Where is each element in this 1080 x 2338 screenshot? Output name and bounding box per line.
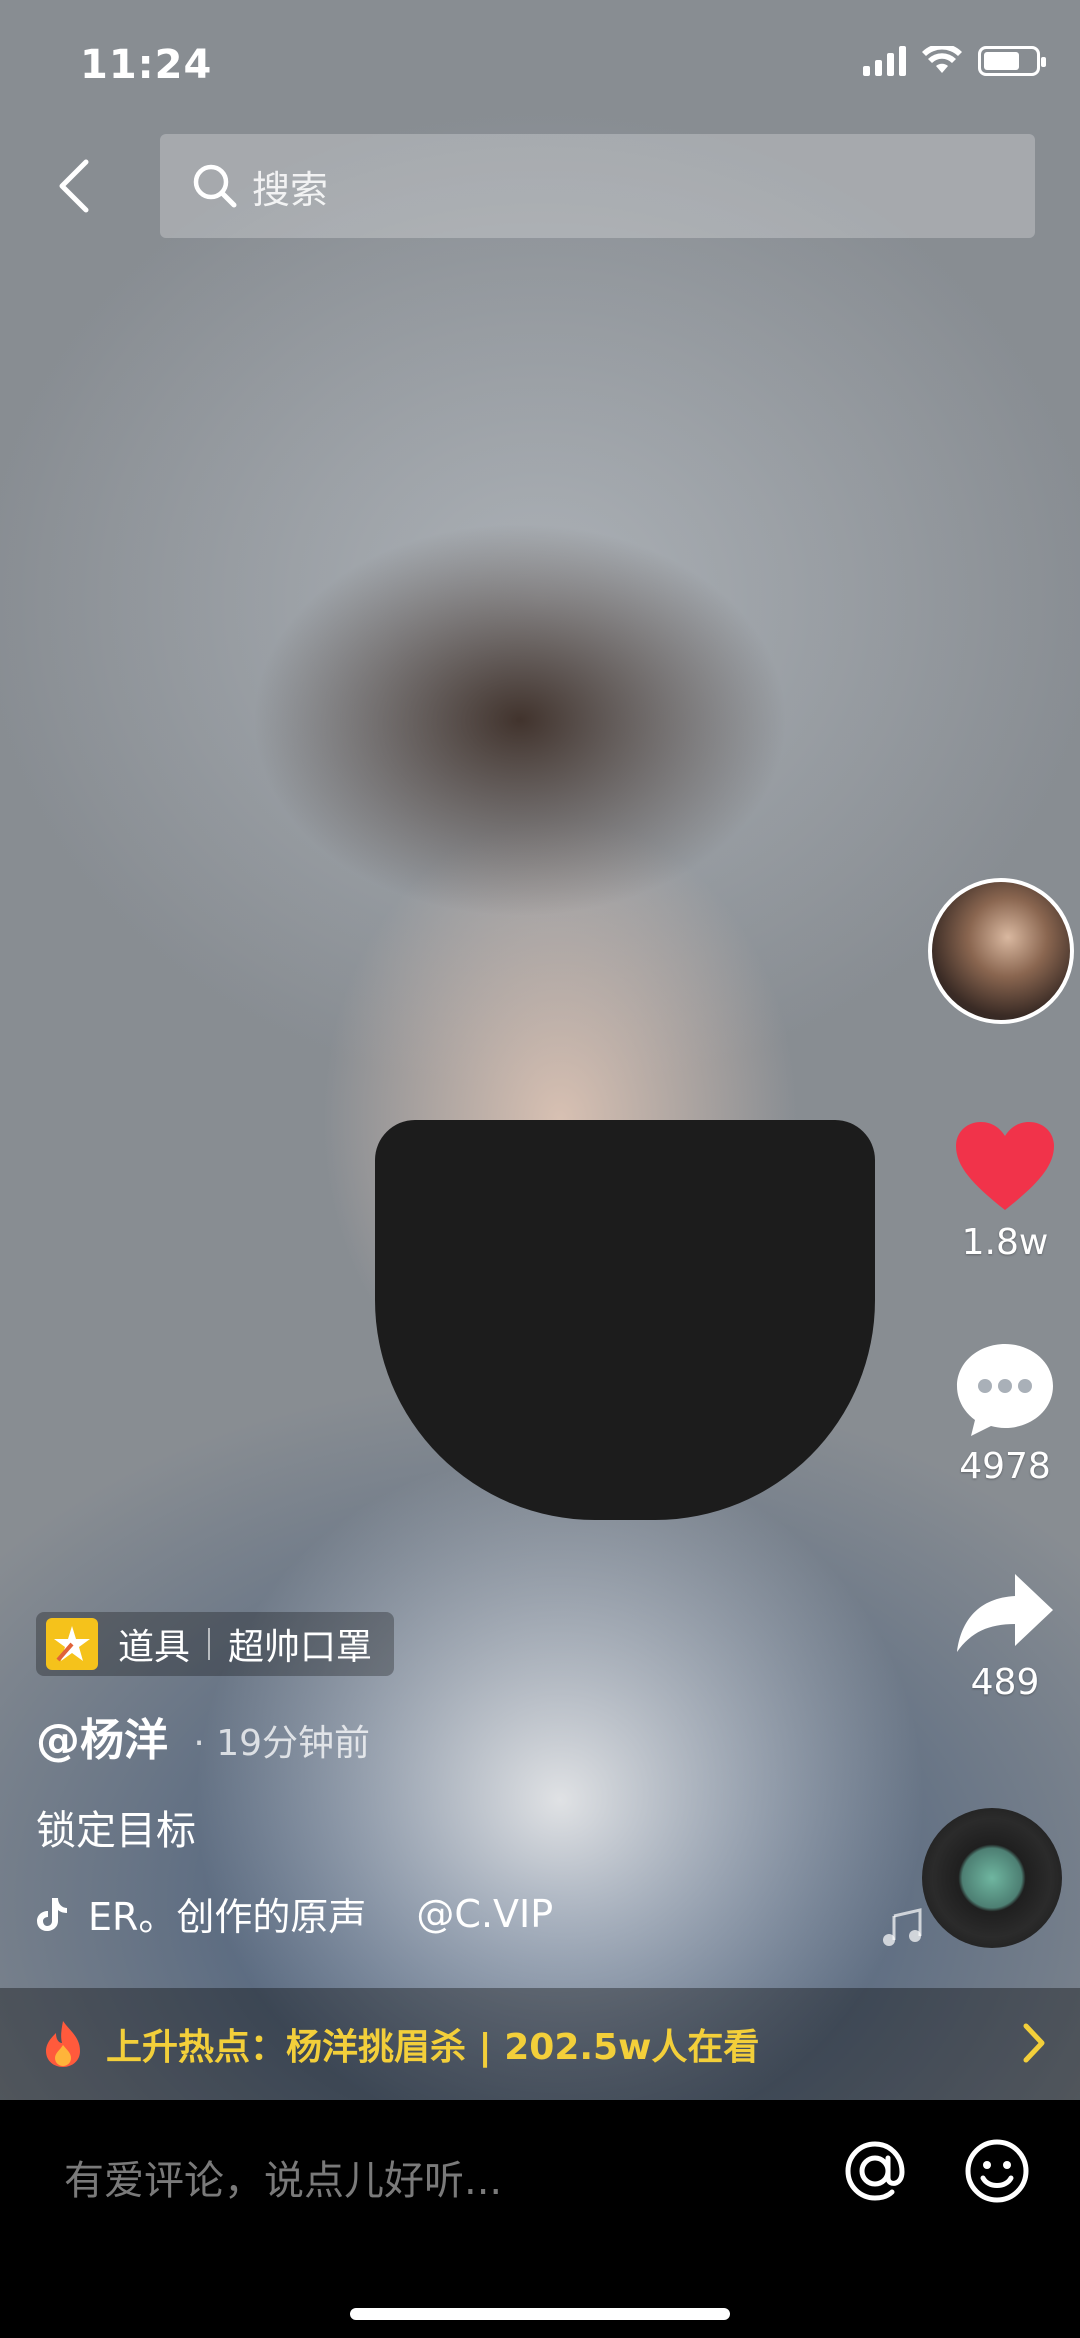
- author-avatar[interactable]: [928, 878, 1074, 1024]
- music-note-icon: [883, 1908, 922, 1946]
- author-line: @杨洋 · 19分钟前: [36, 1704, 553, 1768]
- comment-action[interactable]: 4978: [930, 1340, 1080, 1487]
- top-bar: 搜索: [0, 130, 1080, 240]
- home-indicator: [350, 2308, 730, 2320]
- battery-level: [984, 52, 1019, 70]
- hot-topic-banner[interactable]: 上升热点：杨洋挑眉杀 | 202.5w人在看: [0, 1988, 1080, 2100]
- heart-icon: [956, 1122, 1054, 1210]
- chevron-left-icon: [59, 159, 89, 213]
- search-icon: [190, 161, 240, 211]
- status-icons: [863, 46, 1046, 76]
- share-count: 489: [970, 1662, 1040, 1703]
- comment-icon: [957, 1344, 1053, 1436]
- tiktok-note-icon: [37, 1897, 67, 1931]
- music-title: ER。创作的原声: [88, 1895, 367, 1939]
- battery-icon: [978, 46, 1046, 76]
- mention-button[interactable]: [840, 2136, 910, 2206]
- video-info: 道具 超帅口罩 @杨洋 · 19分钟前 锁定目标 ER。创作的原声 @C.VIP: [36, 1612, 553, 1941]
- search-placeholder: 搜索: [252, 167, 329, 212]
- comment-count: 4978: [959, 1446, 1051, 1487]
- comment-input[interactable]: 有爱评论，说点儿好听...: [64, 2148, 502, 2206]
- status-bar: 11:24: [0, 0, 1080, 130]
- chevron-right-icon: [1023, 2023, 1045, 2063]
- music-mention: @C.VIP: [416, 1891, 554, 1936]
- back-button[interactable]: [44, 156, 104, 216]
- prop-divider: [208, 1628, 211, 1660]
- video-caption: 锁定目标: [36, 1808, 196, 1854]
- music-line[interactable]: ER。创作的原声 @C.VIP: [36, 1886, 553, 1941]
- emoji-button[interactable]: [962, 2136, 1032, 2206]
- wifi-icon: [922, 46, 962, 73]
- author-name[interactable]: @杨洋: [36, 1715, 168, 1766]
- video-subject-mask: [375, 1120, 875, 1520]
- like-action[interactable]: 1.8w: [930, 1120, 1080, 1263]
- search-bar[interactable]: 搜索: [160, 134, 1035, 238]
- flame-icon: [46, 2021, 80, 2067]
- hot-topic-text: 上升热点：杨洋挑眉杀 | 202.5w人在看: [106, 2027, 760, 2068]
- comment-bar: 有爱评论，说点儿好听...: [0, 2100, 1080, 2338]
- status-time: 11:24: [80, 42, 213, 88]
- share-action[interactable]: 489: [930, 1570, 1080, 1703]
- sparkle-icon: [46, 1618, 98, 1670]
- share-icon: [957, 1574, 1053, 1652]
- like-count: 1.8w: [961, 1222, 1049, 1263]
- prop-label: 道具: [118, 1627, 191, 1668]
- post-time: · 19分钟前: [193, 1723, 371, 1764]
- music-disc[interactable]: [922, 1808, 1062, 1948]
- prop-name: 超帅口罩: [228, 1627, 373, 1668]
- prop-tag[interactable]: 道具 超帅口罩: [36, 1612, 395, 1676]
- signal-icon: [863, 46, 906, 76]
